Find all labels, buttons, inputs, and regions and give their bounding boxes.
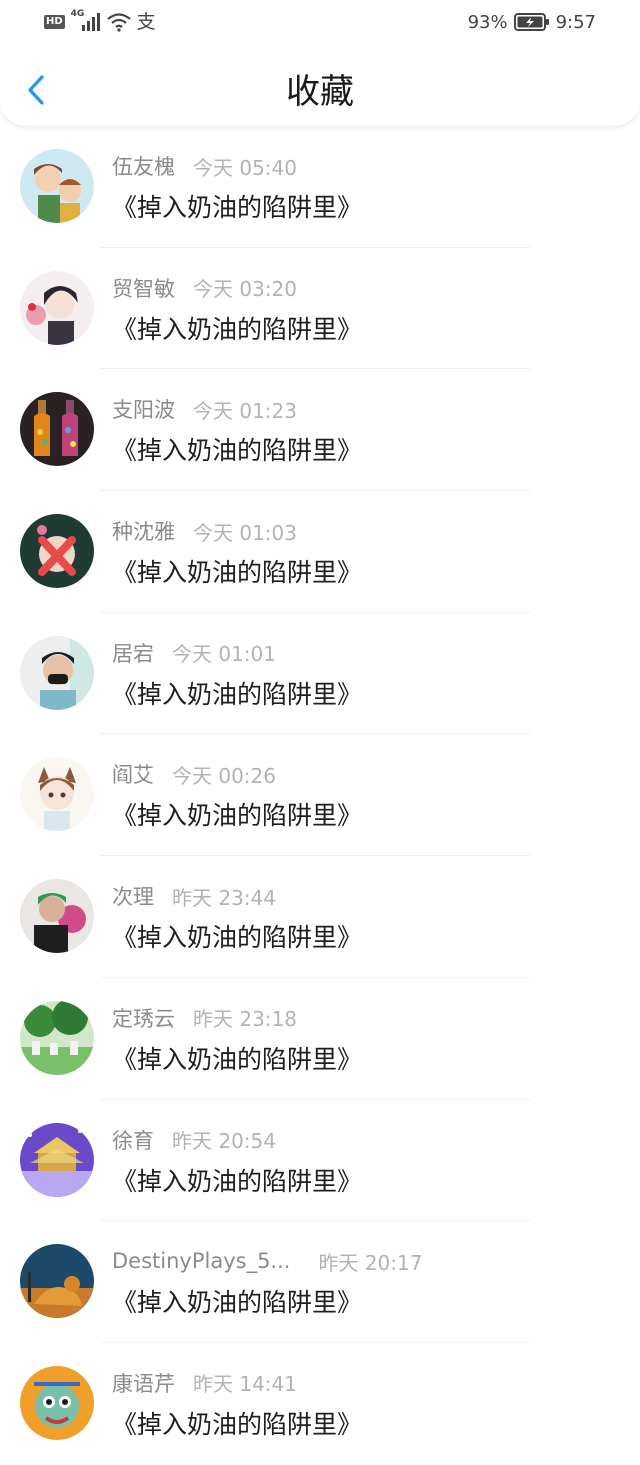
avatar[interactable] — [20, 1000, 94, 1075]
signal-icon: 4G — [71, 9, 101, 33]
list-item[interactable]: DestinyPlays_5... 昨天 20:17 《掉入奶油的陷阱里》 — [0, 1221, 640, 1343]
avatar[interactable] — [20, 1365, 94, 1440]
name-line: 伍友槐 今天 05:40 — [112, 150, 297, 182]
list-item[interactable]: 居宕 今天 01:01 《掉入奶油的陷阱里》 — [0, 613, 640, 735]
list-item[interactable]: 贸智敏 今天 03:20 《掉入奶油的陷阱里》 — [0, 248, 640, 370]
name-line: 阎艾 今天 00:26 — [112, 758, 276, 790]
item-title[interactable]: 《掉入奶油的陷阱里》 — [112, 310, 362, 346]
avatar[interactable] — [20, 1122, 94, 1197]
status-bar: HD 4G 支 93% 9:57 — [0, 0, 640, 44]
username[interactable]: 贸智敏 — [112, 273, 175, 303]
timestamp: 今天 01:01 — [172, 642, 276, 667]
nav-bar: 收藏 — [0, 58, 640, 126]
timestamp: 昨天 23:44 — [172, 885, 276, 910]
item-title[interactable]: 《掉入奶油的陷阱里》 — [112, 796, 362, 832]
favorites-list: 伍友槐 今天 05:40 《掉入奶油的陷阱里》 贸智敏 今天 03:20 《掉入… — [0, 126, 640, 1465]
name-line: 种沈雅 今天 01:03 — [112, 515, 297, 547]
username[interactable]: 种沈雅 — [112, 516, 175, 546]
avatar[interactable] — [20, 514, 94, 589]
avatar[interactable] — [20, 757, 94, 832]
avatar[interactable] — [20, 270, 94, 345]
username[interactable]: 居宕 — [112, 638, 154, 668]
avatar[interactable] — [20, 392, 94, 467]
list-item[interactable]: 阎艾 今天 00:26 《掉入奶油的陷阱里》 — [0, 734, 640, 857]
username[interactable]: 阎艾 — [112, 759, 154, 789]
username[interactable]: DestinyPlays_5... — [112, 1249, 290, 1273]
timestamp: 今天 01:23 — [193, 398, 297, 423]
item-title[interactable]: 《掉入奶油的陷阱里》 — [112, 675, 362, 711]
item-title[interactable]: 《掉入奶油的陷阱里》 — [112, 188, 362, 224]
name-line: 贸智敏 今天 03:20 — [112, 272, 297, 304]
name-line: 支阳波 今天 01:23 — [112, 393, 297, 425]
header: HD 4G 支 93% 9:57 收藏 — [0, 0, 640, 127]
status-left: HD 4G 支 — [44, 9, 156, 34]
username[interactable]: 康语芹 — [112, 1368, 175, 1398]
list-item[interactable]: 定琇云 昨天 23:18 《掉入奶油的陷阱里》 — [0, 978, 640, 1100]
timestamp: 昨天 23:18 — [193, 1007, 297, 1032]
timestamp: 今天 01:03 — [193, 520, 297, 545]
battery-percent: 93% — [467, 11, 508, 33]
avatar[interactable] — [20, 635, 94, 710]
list-item[interactable]: 伍友槐 今天 05:40 《掉入奶油的陷阱里》 — [0, 126, 640, 248]
timestamp: 今天 00:26 — [172, 763, 276, 788]
item-title[interactable]: 《掉入奶油的陷阱里》 — [112, 1405, 362, 1441]
username[interactable]: 伍友槐 — [112, 151, 175, 181]
item-title[interactable]: 《掉入奶油的陷阱里》 — [112, 1040, 362, 1076]
timestamp: 昨天 20:54 — [172, 1129, 276, 1153]
username[interactable]: 徐育 — [112, 1125, 154, 1155]
list-item[interactable]: 康语芹 昨天 14:41 《掉入奶油的陷阱里》 — [0, 1343, 640, 1465]
list-item[interactable]: 支阳波 今天 01:23 《掉入奶油的陷阱里》 — [0, 369, 640, 492]
timestamp: 昨天 14:41 — [193, 1372, 297, 1397]
item-title[interactable]: 《掉入奶油的陷阱里》 — [112, 1162, 362, 1198]
name-line: 徐育 昨天 20:54 — [112, 1124, 276, 1156]
item-title[interactable]: 《掉入奶油的陷阱里》 — [112, 431, 362, 467]
username[interactable]: 定琇云 — [112, 1003, 175, 1033]
name-line: 定琇云 昨天 23:18 — [112, 1002, 297, 1034]
list-item[interactable]: 次理 昨天 23:44 《掉入奶油的陷阱里》 — [0, 856, 640, 978]
name-line: 康语芹 昨天 14:41 — [112, 1367, 297, 1399]
battery-icon — [513, 13, 550, 31]
list-item[interactable]: 种沈雅 今天 01:03 《掉入奶油的陷阱里》 — [0, 491, 640, 613]
timestamp: 今天 03:20 — [193, 277, 297, 302]
timestamp: 今天 05:40 — [193, 155, 297, 180]
username[interactable]: 次理 — [112, 881, 154, 911]
status-right: 93% 9:57 — [468, 10, 596, 34]
item-title[interactable]: 《掉入奶油的陷阱里》 — [112, 1283, 362, 1319]
list-item[interactable]: 徐育 昨天 20:54 《掉入奶油的陷阱里》 — [0, 1100, 640, 1222]
page-title: 收藏 — [286, 72, 354, 112]
name-line: 居宕 今天 01:01 — [112, 637, 276, 669]
avatar[interactable] — [20, 879, 94, 954]
timestamp: 昨天 20:17 — [318, 1250, 423, 1275]
avatar[interactable] — [20, 1244, 94, 1319]
item-title[interactable]: 《掉入奶油的陷阱里》 — [112, 918, 362, 954]
username[interactable]: 支阳波 — [112, 394, 175, 424]
item-title[interactable]: 《掉入奶油的陷阱里》 — [112, 553, 362, 589]
wifi-icon — [106, 13, 131, 32]
hd-icon: HD — [44, 15, 65, 29]
alipay-icon: 支 — [136, 11, 156, 33]
name-line: 次理 昨天 23:44 — [112, 880, 276, 912]
avatar[interactable] — [20, 149, 94, 223]
clock: 9:57 — [555, 11, 596, 33]
name-line: DestinyPlays_5... 昨天 20:17 — [112, 1245, 422, 1277]
